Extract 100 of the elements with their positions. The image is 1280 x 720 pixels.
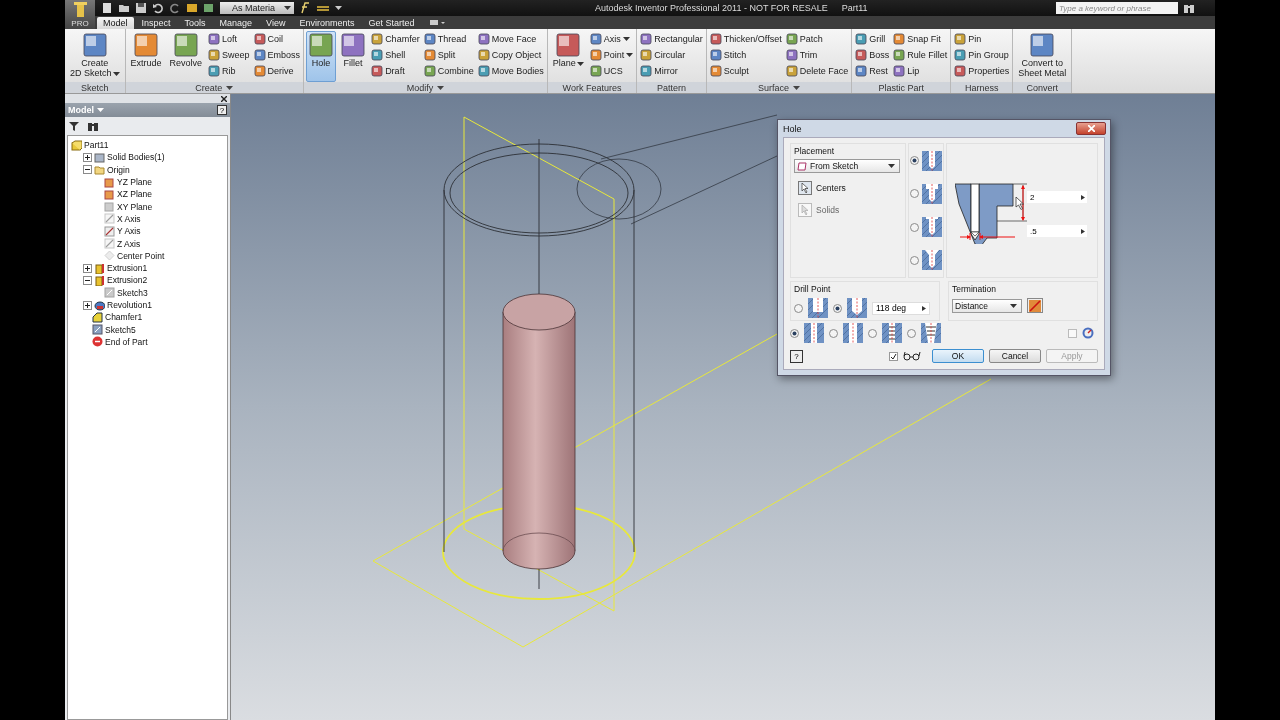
radio-button[interactable] [910, 255, 919, 265]
tree-item[interactable]: Extrusion1 [107, 263, 148, 274]
tool-button[interactable]: Lip [892, 63, 949, 79]
tool-button[interactable]: Chamfer [370, 31, 421, 47]
tree-item[interactable]: X Axis [117, 213, 141, 224]
undo-icon [152, 2, 164, 14]
tree-item[interactable]: Part11 [84, 140, 109, 151]
tool-button[interactable]: UCS [588, 63, 635, 79]
tool-button[interactable]: Draft [370, 63, 421, 79]
radio-button[interactable] [910, 189, 919, 199]
tool-button[interactable]: Patch [784, 31, 850, 47]
tool-button[interactable]: Extrude [127, 31, 165, 82]
collapse-toggle[interactable] [83, 165, 92, 175]
tree-item[interactable]: Center Point [117, 250, 165, 261]
radio-button[interactable] [794, 303, 803, 313]
tool-button[interactable]: Convert to Sheet Metal [1015, 31, 1070, 82]
tool-button[interactable]: Thread [422, 31, 475, 47]
ribbon-tab[interactable]: Environments [293, 17, 361, 29]
tree-item[interactable]: Z Axis [117, 238, 141, 249]
tool-button[interactable]: Pin [953, 31, 1011, 47]
tool-button[interactable]: Delete Face [784, 63, 850, 79]
application-button[interactable]: PRO [65, 0, 95, 29]
expand-toggle[interactable] [83, 300, 92, 310]
tool-button[interactable]: Create 2D Sketch [67, 31, 123, 82]
collapse-toggle[interactable] [83, 275, 92, 285]
tool-button[interactable]: Split [422, 47, 475, 63]
ribbon-tab[interactable]: Get Started [362, 17, 421, 29]
tool-button[interactable]: Snap Fit [892, 31, 949, 47]
tool-button[interactable]: Revolve [166, 31, 206, 82]
tool-button[interactable]: Boss [854, 47, 891, 63]
tool-button[interactable]: Rule Fillet [892, 47, 949, 63]
tool-button[interactable]: Fillet [338, 31, 369, 82]
help-button[interactable]: ? [790, 349, 803, 363]
ribbon-tab[interactable]: Manage [213, 17, 259, 29]
tool-button[interactable]: Grill [854, 31, 891, 47]
tool-button[interactable]: Sweep [207, 47, 251, 63]
radio-button[interactable] [910, 156, 919, 166]
tree-item[interactable]: XZ Plane [117, 189, 152, 200]
tree-item[interactable]: XY Plane [117, 201, 153, 212]
search-field[interactable]: Type a keyword or phrase [1056, 2, 1178, 14]
help-button[interactable]: ? [217, 105, 227, 115]
tool-button[interactable]: Move Face [476, 31, 545, 47]
close-button[interactable] [1076, 122, 1106, 135]
tool-button[interactable]: Plane [549, 31, 587, 82]
style-dropdown[interactable]: As Materia [220, 2, 294, 14]
radio-button[interactable] [829, 328, 838, 338]
tool-button[interactable]: Emboss [252, 47, 302, 63]
radio-button[interactable] [910, 222, 919, 232]
tool-button[interactable]: Stitch [708, 47, 783, 63]
expand-toggle[interactable] [83, 152, 92, 162]
tool-button[interactable]: Sculpt [708, 63, 783, 79]
angle-field[interactable]: 118 deg [872, 301, 930, 315]
tool-button[interactable]: Axis [588, 31, 635, 47]
tree-item[interactable]: Sketch3 [117, 287, 148, 298]
tool-button[interactable]: Point [588, 47, 635, 63]
tree-item[interactable]: Solid Bodies(1) [107, 152, 165, 163]
tool-button[interactable]: Circular [639, 47, 704, 63]
diameter-field[interactable]: .5 [1027, 225, 1087, 237]
depth-field[interactable]: 2 [1027, 191, 1087, 203]
termination-dropdown[interactable]: Distance [952, 298, 1022, 313]
tree-item[interactable]: Chamfer1 [105, 312, 143, 323]
tool-button[interactable]: Coil [252, 31, 302, 47]
tool-button[interactable]: Thicken/Offset [708, 31, 783, 47]
radio-button[interactable] [907, 328, 916, 338]
ribbon-tab[interactable]: Tools [178, 17, 212, 29]
tool-button[interactable]: Move Bodies [476, 63, 545, 79]
expand-toggle[interactable] [83, 263, 92, 273]
selector-button[interactable]: Centers [798, 181, 846, 195]
tree-item[interactable]: Origin [107, 164, 130, 175]
ribbon-tab[interactable]: View [260, 17, 292, 29]
tool-button[interactable]: Combine [422, 63, 475, 79]
tool-button[interactable]: Rectangular [639, 31, 704, 47]
ribbon-tab[interactable]: Model [97, 17, 134, 29]
tool-button[interactable]: Derive [252, 63, 302, 79]
tool-button[interactable]: Pin Group [953, 47, 1011, 63]
tree-item[interactable]: Revolution1 [107, 300, 152, 310]
flip-button[interactable] [1027, 298, 1043, 313]
checkbox[interactable] [889, 351, 898, 361]
tool-button[interactable]: Loft [207, 31, 251, 47]
radio-button[interactable] [868, 328, 877, 338]
tool-button[interactable]: Properties [953, 63, 1011, 79]
tree-item[interactable]: Y Axis [117, 226, 141, 237]
ribbon-tab[interactable]: Inspect [135, 17, 177, 29]
checkbox[interactable] [1068, 328, 1077, 338]
tool-button[interactable]: Rest [854, 63, 891, 79]
tree-item[interactable]: End of Part [105, 336, 148, 347]
dialog-button[interactable]: OK [932, 349, 984, 363]
tree-item[interactable]: YZ Plane [117, 177, 152, 188]
tool-button[interactable]: Hole [306, 31, 337, 82]
tool-button[interactable]: Trim [784, 47, 850, 63]
radio-button[interactable] [833, 303, 842, 313]
tree-item[interactable]: Extrusion2 [107, 275, 148, 286]
placement-dropdown[interactable]: From Sketch [794, 159, 900, 173]
dialog-button[interactable]: Cancel [989, 349, 1041, 363]
tree-item[interactable]: Sketch5 [105, 324, 136, 335]
tool-button[interactable]: Copy Object [476, 47, 545, 63]
tool-button[interactable]: Rib [207, 63, 251, 79]
radio-button[interactable] [790, 328, 799, 338]
tool-button[interactable]: Mirror [639, 63, 704, 79]
tool-button[interactable]: Shell [370, 47, 421, 63]
